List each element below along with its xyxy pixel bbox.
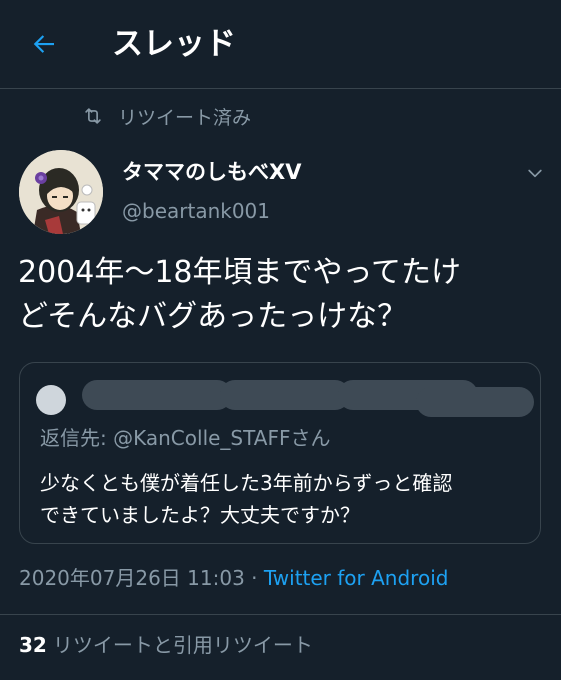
quoted-tweet-text: 少なくとも僕が着任した3年前からずっと確認 できていましたよ？大丈夫ですか？ xyxy=(40,467,530,531)
chevron-down-icon xyxy=(528,169,542,178)
retweet-banner[interactable]: リツイート済み xyxy=(82,101,251,131)
page-title: スレッド xyxy=(112,26,236,62)
redacted-header-block xyxy=(416,387,534,417)
avatar[interactable] xyxy=(19,150,103,234)
tweet-timestamp[interactable]: 2020年07月26日 11:03 xyxy=(19,566,245,590)
header-bar: スレッド xyxy=(0,0,561,89)
tweet-menu-button[interactable] xyxy=(520,158,550,188)
reply-to-line: 返信先: @KanColle_STAFFさん xyxy=(40,423,330,453)
retweet-banner-label: リツイート済み xyxy=(118,106,252,129)
tweet-text: 2004年〜18年頃までやってたけ どそんなバグあったっけな？ xyxy=(18,251,548,339)
quoted-avatar xyxy=(36,385,66,415)
display-name[interactable]: タママのしもべXV xyxy=(122,158,301,186)
meta-separator: · xyxy=(244,566,264,590)
quoted-tweet-card[interactable]: 返信先: @KanColle_STAFFさん 少なくとも僕が着任した3年前からず… xyxy=(19,362,541,544)
back-button[interactable] xyxy=(22,22,66,66)
tweet-text-line: 2004年〜18年頃までやってたけ xyxy=(18,255,462,290)
reply-to-suffix: さん xyxy=(290,426,331,450)
tweet-source-link[interactable]: Twitter for Android xyxy=(264,566,449,590)
retweet-stats-link[interactable]: 32 リツイートと引用リツイート xyxy=(19,630,313,660)
user-handle: @beartank001 xyxy=(122,199,271,223)
divider xyxy=(0,614,561,615)
retweet-icon xyxy=(82,105,104,127)
tweet-text-line: どそんなバグあったっけな？ xyxy=(18,299,408,334)
arrow-left-icon xyxy=(33,35,54,53)
reply-to-mention[interactable]: @KanColle_STAFF xyxy=(113,426,290,450)
retweet-stats-label: リツイートと引用リツイート xyxy=(52,633,313,657)
quoted-text-line: できていましたよ？大丈夫ですか？ xyxy=(40,503,360,527)
reply-to-prefix: 返信先: xyxy=(40,426,114,450)
tweet-meta: 2020年07月26日 11:03 · Twitter for Android xyxy=(19,563,448,593)
retweet-count: 32 xyxy=(19,633,47,657)
quoted-text-line: 少なくとも僕が着任した3年前からずっと確認 xyxy=(40,471,453,495)
redacted-header-block xyxy=(82,380,232,410)
redacted-header-block xyxy=(220,380,350,410)
